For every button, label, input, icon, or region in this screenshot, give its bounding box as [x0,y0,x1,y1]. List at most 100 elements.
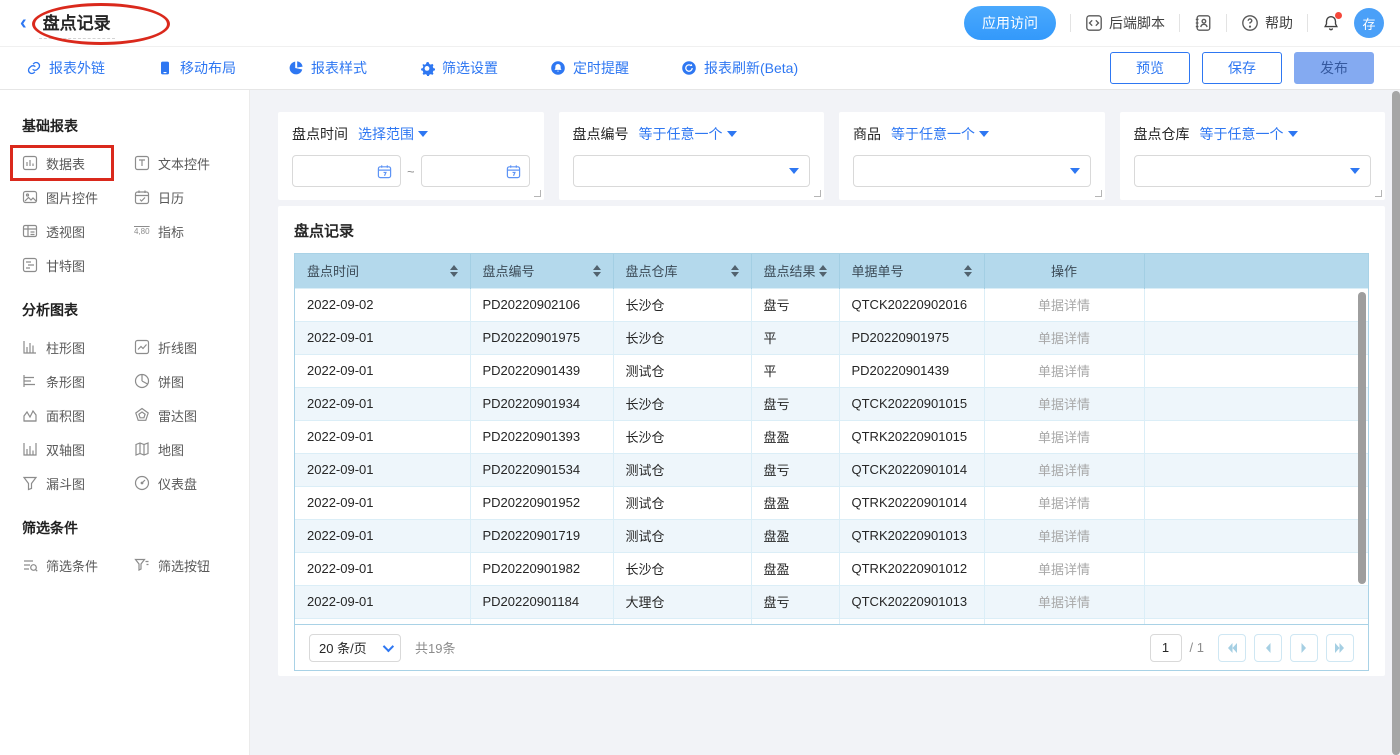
column-header-inventory-time[interactable]: 盘点时间 [295,254,470,288]
column-header-action[interactable]: 操作 [984,254,1144,288]
doc-detail-link[interactable]: 单据详情 [984,486,1144,519]
sort-icon[interactable] [450,265,458,277]
sidebar-item-area-chart[interactable]: 面积图 [22,406,134,424]
doc-detail-link[interactable]: 单据详情 [984,585,1144,618]
sidebar-item-indicator[interactable]: 4,80 指标 [134,222,235,240]
doc-detail-link[interactable]: 单据详情 [984,453,1144,486]
data-table-widget[interactable]: 盘点记录 盘点时间 盘点编号 盘点仓库 盘点结果 单据单号 [278,206,1385,676]
sort-icon[interactable] [964,265,972,277]
filter-select[interactable] [1134,155,1372,187]
table-row[interactable]: 2022-09-01PD20220901534测试仓盘亏QTCK20220901… [295,453,1368,486]
page-title[interactable]: 盘点记录 [39,7,115,39]
sidebar-item-map[interactable]: 地图 [134,440,235,458]
sort-icon[interactable] [819,265,827,277]
sidebar-item-funnel-chart[interactable]: 漏斗图 [22,474,134,492]
avatar[interactable]: 存 [1354,8,1384,38]
sidebar-item-filter-button[interactable]: 筛选按钮 [134,556,235,574]
resize-handle[interactable] [814,190,821,197]
doc-detail-link[interactable]: 单据详情 [984,420,1144,453]
back-chevron-icon[interactable]: ‹ [20,13,27,33]
table-row[interactable]: 2022-09-01PD20220901934长沙仓盘亏QTCK20220901… [295,387,1368,420]
table-row[interactable]: 2022-09-01PD20220901184大理仓盘亏QTCK20220901… [295,585,1368,618]
sidebar-item-image-widget[interactable]: 图片控件 [22,188,134,206]
table-row[interactable]: 2022-09-01PD20220901975长沙仓平PD20220901975… [295,321,1368,354]
table-scrollbar[interactable] [1358,292,1366,584]
notifications-button[interactable] [1322,14,1340,32]
resize-handle[interactable] [1095,190,1102,197]
sort-icon[interactable] [731,265,739,277]
doc-detail-link[interactable]: 单据详情 [984,321,1144,354]
prev-page-button[interactable] [1254,634,1282,662]
filter-card-inventory-time[interactable]: 盘点时间 选择范围 ~ [278,112,544,200]
table-row[interactable]: 2022-09-01PD20220901719测试仓盘盈QTRK20220901… [295,519,1368,552]
sidebar-item-dual-axis-chart[interactable]: 双轴图 [22,440,134,458]
doc-detail-link[interactable]: 单据详情 [984,288,1144,321]
publish-button[interactable]: 发布 [1294,52,1374,84]
backend-script-button[interactable]: 后端脚本 [1085,13,1165,33]
table-row[interactable]: 2022-09-01PD20220901439测试仓平PD20220901439… [295,354,1368,387]
page-number-input[interactable] [1150,634,1182,662]
sidebar-item-filter-condition[interactable]: 筛选条件 [22,556,134,574]
table-row[interactable]: 2022-09-01PD20220901952测试仓盘盈QTRK20220901… [295,486,1368,519]
sidebar-item-radar-chart[interactable]: 雷达图 [134,406,235,424]
table-row[interactable]: 2022-09-01PD20220901982长沙仓盘盈QTRK20220901… [295,552,1368,585]
sidebar-item-pie-chart[interactable]: 饼图 [134,372,235,390]
page-scrollbar[interactable] [1392,91,1400,755]
toolbar-item-filter-settings[interactable]: 筛选设置 [419,58,498,78]
cell-warehouse: 测试仓 [613,453,751,486]
contacts-icon[interactable] [1194,14,1212,32]
filter-operator-dropdown[interactable]: 等于任意一个 [639,124,737,144]
app-access-button[interactable]: 应用访问 [964,6,1056,40]
next-page-button[interactable] [1290,634,1318,662]
sidebar-item-bar-chart[interactable]: 条形图 [22,372,134,390]
filter-operator-dropdown[interactable]: 等于任意一个 [891,124,989,144]
last-page-button[interactable] [1326,634,1354,662]
table-row[interactable]: 2022-09-01PD20220901393长沙仓盘盈QTRK20220901… [295,420,1368,453]
toolbar-item-report-style[interactable]: 报表样式 [288,58,367,78]
filter-select[interactable] [853,155,1091,187]
caret-down-icon [789,168,799,174]
filter-operator-label: 选择范围 [358,124,414,144]
help-button[interactable]: 帮助 [1241,13,1293,33]
date-end-input[interactable] [421,155,530,187]
column-header-inventory-number[interactable]: 盘点编号 [470,254,613,288]
column-header-warehouse[interactable]: 盘点仓库 [613,254,751,288]
doc-detail-link[interactable]: 单据详情 [984,354,1144,387]
column-header-doc-number[interactable]: 单据单号 [839,254,984,288]
sidebar-item-pivot[interactable]: 透视图 [22,222,134,240]
sidebar-item-data-table[interactable]: 数据表 [22,154,134,172]
filter-card-inventory-number[interactable]: 盘点编号 等于任意一个 [559,112,825,200]
resize-handle[interactable] [1375,190,1382,197]
toolbar-item-mobile-layout[interactable]: 移动布局 [157,58,236,78]
sidebar-item-gauge[interactable]: 仪表盘 [134,474,235,492]
sidebar-item-calendar[interactable]: 日历 [134,188,235,206]
divider [1179,14,1180,32]
filter-select[interactable] [573,155,811,187]
sidebar-item-text-widget[interactable]: 文本控件 [134,154,235,172]
date-start-input[interactable] [292,155,401,187]
sidebar-item-gantt[interactable]: 甘特图 [22,256,134,274]
cell-warehouse: 大理仓 [613,585,751,618]
preview-button[interactable]: 预览 [1110,52,1190,84]
filter-card-warehouse[interactable]: 盘点仓库 等于任意一个 [1120,112,1386,200]
doc-detail-link[interactable]: 单据详情 [984,387,1144,420]
column-header-result[interactable]: 盘点结果 [751,254,839,288]
cell-doc-number: QTRK20220901014 [839,486,984,519]
filter-operator-dropdown[interactable]: 选择范围 [358,124,428,144]
sidebar-item-line-chart[interactable]: 折线图 [134,338,235,356]
first-page-button[interactable] [1218,634,1246,662]
doc-detail-link[interactable]: 单据详情 [984,552,1144,585]
resize-handle[interactable] [534,190,541,197]
sort-icon[interactable] [593,265,601,277]
toolbar-item-external-link[interactable]: 报表外链 [26,58,105,78]
save-button[interactable]: 保存 [1202,52,1282,84]
doc-detail-link[interactable]: 单据详情 [984,519,1144,552]
cell-empty [1144,552,1368,585]
sidebar-item-column-chart[interactable]: 柱形图 [22,338,134,356]
filter-card-product[interactable]: 商品 等于任意一个 [839,112,1105,200]
table-row[interactable]: 2022-09-02PD20220902106长沙仓盘亏QTCK20220902… [295,288,1368,321]
page-size-select[interactable]: 20 条/页 [309,634,401,662]
toolbar-item-report-refresh[interactable]: 报表刷新(Beta) [681,58,798,78]
toolbar-item-scheduled-reminder[interactable]: 定时提醒 [550,58,629,78]
filter-operator-dropdown[interactable]: 等于任意一个 [1200,124,1298,144]
